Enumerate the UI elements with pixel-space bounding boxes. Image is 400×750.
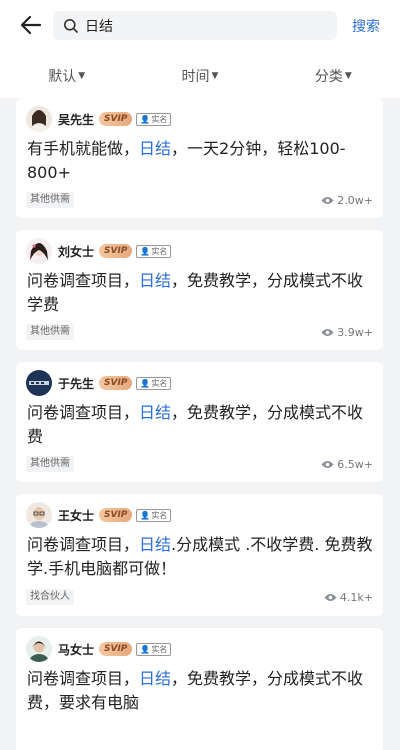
avatar[interactable]	[26, 370, 52, 396]
person-icon: 👤	[140, 246, 151, 256]
post-text-before: 问卷调查项目，	[27, 403, 140, 422]
verified-label: 实名	[151, 378, 168, 388]
top-bar: 搜索	[0, 0, 400, 54]
verified-badge: 👤 实名	[136, 376, 172, 390]
filter-category[interactable]: 分类 ▼	[315, 66, 352, 86]
post-card[interactable]: 于先生 SVIP 👤 实名 问卷调查项目，日结，免费教学，分成模式不收费 其他供需…	[16, 362, 383, 482]
post-text-before: 问卷调查项目，	[27, 669, 140, 688]
avatar[interactable]	[26, 106, 52, 132]
post-card[interactable]: 王女士 SVIP 👤 实名 问卷调查项目，日结.分成模式 .不收学费. 免费教学.…	[16, 494, 383, 616]
filter-label: 分类	[314, 69, 343, 85]
search-box[interactable]	[53, 11, 337, 40]
verified-badge: 👤 实名	[136, 112, 172, 126]
verified-label: 实名	[151, 114, 168, 124]
highlight-keyword: 日结	[139, 271, 172, 290]
dropdown-triangle-icon: ▼	[344, 71, 352, 81]
post-card[interactable]: 吴先生 SVIP 👤 实名 有手机就能做，日结，一天2分钟，轻松100-800+ …	[16, 98, 383, 218]
person-icon: 👤	[140, 644, 151, 654]
user-name: 吴先生	[58, 112, 95, 127]
svip-badge: SVIP	[99, 642, 133, 656]
search-button[interactable]: 搜索	[352, 16, 380, 36]
view-count: 4.1k+	[324, 591, 373, 604]
svip-badge: SVIP	[99, 244, 133, 258]
search-icon	[64, 18, 78, 33]
highlight-keyword: 日结	[139, 669, 172, 688]
person-icon: 👤	[140, 378, 151, 388]
eye-icon	[321, 329, 334, 336]
search-input[interactable]	[85, 17, 325, 34]
eye-icon	[321, 461, 334, 468]
highlight-keyword: 日结	[139, 535, 172, 554]
user-name: 于先生	[58, 376, 95, 391]
person-icon: 👤	[140, 510, 151, 520]
avatar[interactable]	[26, 238, 52, 264]
eye-icon	[324, 594, 337, 601]
post-text: 问卷调查项目，日结，免费教学，分成模式不收费	[27, 401, 375, 449]
post-text-before: 问卷调查项目，	[27, 271, 140, 290]
post-text: 有手机就能做，日结，一天2分钟，轻松100-800+	[27, 137, 375, 185]
verified-label: 实名	[151, 644, 168, 654]
view-count-value: 3.9w+	[337, 326, 373, 339]
filter-default[interactable]: 默认 ▼	[48, 66, 85, 86]
filter-label: 默认	[48, 69, 77, 85]
dropdown-triangle-icon: ▼	[78, 71, 86, 81]
user-name: 刘女士	[58, 244, 95, 259]
verified-label: 实名	[151, 246, 168, 256]
post-card[interactable]: 马女士 SVIP 👤 实名 问卷调查项目，日结，免费教学，分成模式不收费，要求有电…	[16, 628, 383, 750]
eye-icon	[321, 197, 334, 204]
user-name: 王女士	[58, 508, 95, 523]
svip-badge: SVIP	[99, 376, 133, 390]
person-icon: 👤	[140, 114, 151, 124]
svip-badge: SVIP	[99, 508, 133, 522]
arrow-left-icon	[20, 15, 42, 35]
post-text: 问卷调查项目，日结.分成模式 .不收学费. 免费教学.手机电脑都可做！	[27, 533, 375, 581]
category-tag: 其他供需	[26, 324, 74, 340]
back-button[interactable]	[14, 10, 48, 40]
results-list: 吴先生 SVIP 👤 实名 有手机就能做，日结，一天2分钟，轻松100-800+ …	[0, 98, 400, 750]
post-text: 问卷调查项目，日结，免费教学，分成模式不收学费	[27, 269, 375, 317]
svip-badge: SVIP	[99, 112, 133, 126]
view-count: 3.9w+	[321, 326, 373, 339]
post-text-before: 问卷调查项目，	[27, 535, 140, 554]
category-tag: 其他供需	[26, 192, 74, 208]
category-tag: 其他供需	[26, 456, 74, 472]
filter-time[interactable]: 时间 ▼	[182, 66, 219, 86]
avatar[interactable]	[26, 636, 52, 662]
post-card[interactable]: 刘女士 SVIP 👤 实名 问卷调查项目，日结，免费教学，分成模式不收学费 其他供…	[16, 230, 383, 350]
filter-bar: 默认 ▼ 时间 ▼ 分类 ▼	[0, 54, 400, 98]
dropdown-triangle-icon: ▼	[211, 71, 219, 81]
avatar[interactable]	[26, 502, 52, 528]
view-count: 2.0w+	[321, 194, 373, 207]
verified-badge: 👤 实名	[136, 642, 172, 656]
category-tag: 找合伙人	[26, 589, 74, 605]
verified-badge: 👤 实名	[136, 508, 172, 522]
view-count-value: 6.5w+	[337, 458, 373, 471]
highlight-keyword: 日结	[139, 403, 172, 422]
verified-badge: 👤 实名	[136, 244, 172, 258]
verified-label: 实名	[151, 510, 168, 520]
view-count-value: 2.0w+	[337, 194, 373, 207]
highlight-keyword: 日结	[139, 139, 172, 158]
post-text: 问卷调查项目，日结，免费教学，分成模式不收费，要求有电脑	[27, 667, 375, 715]
filter-label: 时间	[181, 69, 210, 85]
view-count: 6.5w+	[321, 458, 373, 471]
post-text-before: 有手机就能做，	[27, 139, 140, 158]
view-count-value: 4.1k+	[339, 591, 373, 604]
user-name: 马女士	[58, 642, 95, 657]
